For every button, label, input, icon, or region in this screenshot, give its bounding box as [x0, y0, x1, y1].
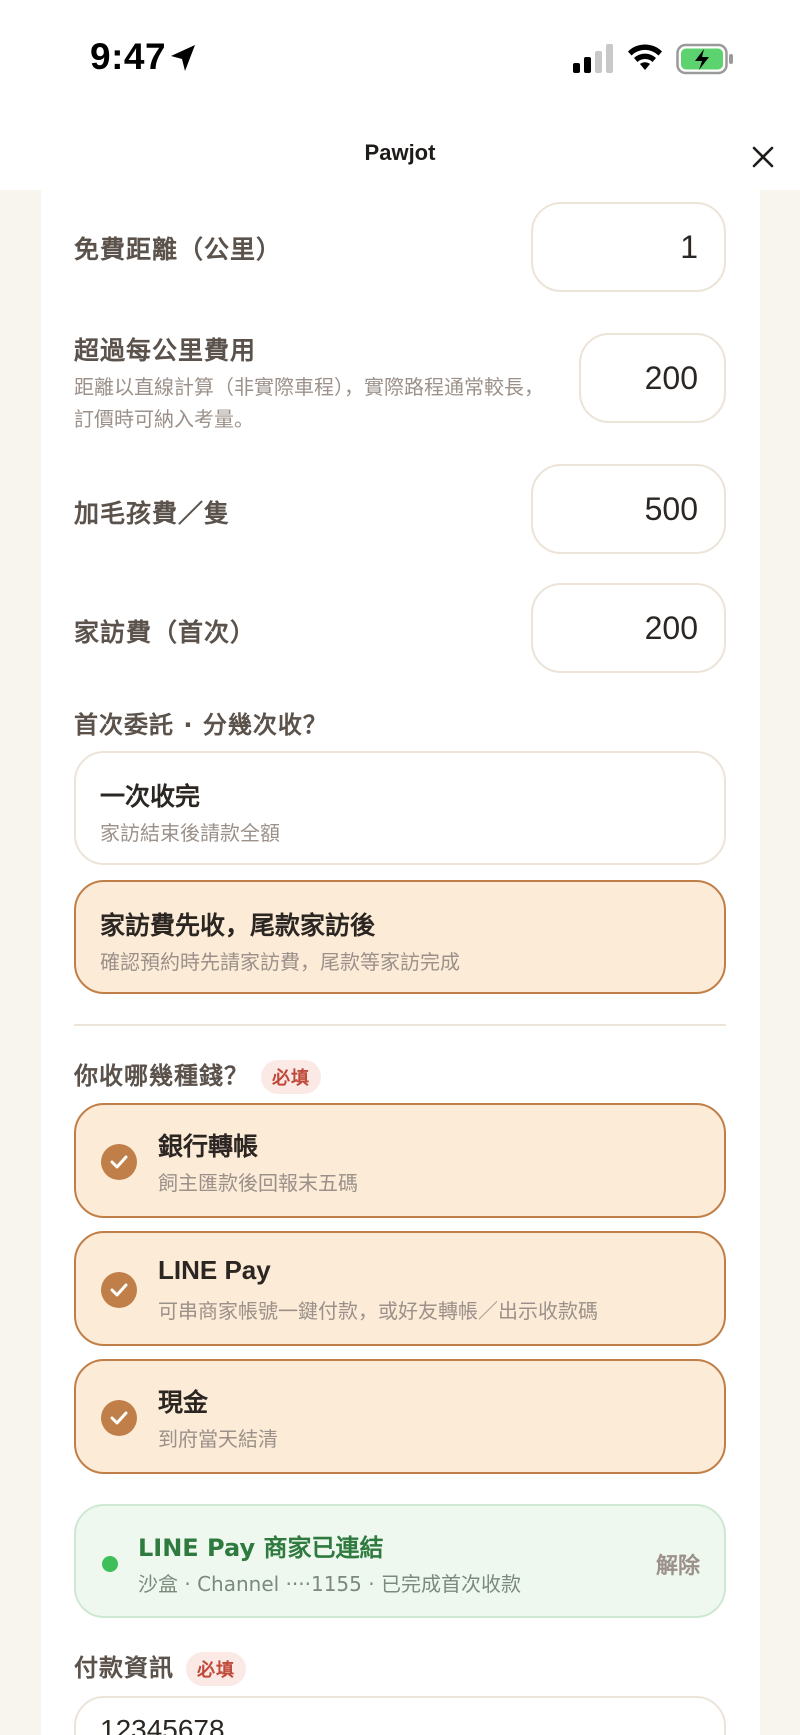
linked-title: LINE Pay 商家已連結 — [138, 1534, 384, 1562]
installments-label: 首次委託 · 分幾次收？ — [74, 711, 328, 739]
nav-bar: Pawjot — [0, 118, 800, 190]
linepay-merchant-status: LINE Pay 商家已連結 沙盒 · Channel ····1155 · 已… — [74, 1504, 726, 1618]
status-bar: 9:47 — [0, 0, 800, 118]
checkbox-checked[interactable] — [101, 1400, 137, 1436]
free-distance-label: 免費距離（公里） — [74, 235, 283, 264]
extra-pet-fee-input[interactable]: 500 — [531, 464, 726, 554]
payment-info-label: 付款資訊 必填 — [74, 1648, 246, 1686]
payment-title: LINE Pay — [158, 1255, 271, 1285]
wifi-icon — [628, 44, 662, 70]
linked-desc: 沙盒 · Channel ····1155 · 已完成首次收款 — [138, 1572, 521, 1596]
option-desc: 家訪結束後請款全額 — [100, 821, 280, 845]
divider — [74, 1024, 726, 1026]
installment-option-full[interactable]: 一次收完 家訪結束後請款全額 — [74, 751, 726, 865]
option-title: 家訪費先收，尾款家訪後 — [100, 911, 376, 940]
payment-desc: 到府當天結清 — [158, 1427, 278, 1451]
check-icon — [110, 1155, 128, 1169]
status-dot — [102, 1556, 118, 1572]
payment-methods-label-text: 你收哪幾種錢？ — [74, 1062, 249, 1090]
status-time: 9:47 — [90, 36, 167, 77]
payment-option-bank-transfer[interactable]: 銀行轉帳 飼主匯款後回報末五碼 — [74, 1103, 726, 1218]
payment-desc: 可串商家帳號一鍵付款，或好友轉帳／出示收款碼 — [158, 1299, 598, 1323]
payment-methods-label: 你收哪幾種錢？ 必填 — [74, 1056, 321, 1094]
payment-title: 銀行轉帳 — [158, 1132, 259, 1161]
payment-info-label-text: 付款資訊 — [74, 1654, 174, 1682]
check-icon — [110, 1283, 128, 1297]
option-title: 一次收完 — [100, 782, 201, 811]
payment-title: 現金 — [158, 1388, 209, 1417]
checkbox-checked[interactable] — [101, 1144, 137, 1180]
extra-pet-fee-label: 加毛孩費／隻 — [74, 499, 231, 528]
cellular-signal-icon — [573, 44, 613, 73]
checkbox-checked[interactable] — [101, 1272, 137, 1308]
close-icon[interactable] — [748, 142, 778, 172]
page-title: Pawjot — [364, 140, 436, 165]
per-km-fee-label: 超過每公里費用 — [74, 336, 257, 365]
per-km-fee-hint: 距離以直線計算（非實際車程），實際路程通常較長，訂價時可納入考量。 — [74, 375, 544, 431]
payment-info-input[interactable]: 12345678 — [74, 1696, 726, 1735]
location-arrow-icon — [171, 45, 195, 71]
home-visit-fee-label: 家訪費（首次） — [74, 618, 257, 647]
payment-desc: 飼主匯款後回報末五碼 — [158, 1171, 358, 1195]
required-badge: 必填 — [261, 1060, 321, 1094]
payment-option-line-pay[interactable]: LINE Pay 可串商家帳號一鍵付款，或好友轉帳／出示收款碼 — [74, 1231, 726, 1346]
battery-charging-icon — [676, 43, 733, 75]
unlink-button[interactable]: 解除 — [656, 1548, 700, 1580]
per-km-fee-input[interactable]: 200 — [579, 333, 726, 423]
payment-option-cash[interactable]: 現金 到府當天結清 — [74, 1359, 726, 1474]
home-visit-fee-input[interactable]: 200 — [531, 583, 726, 673]
free-distance-input[interactable]: 1 — [531, 202, 726, 292]
required-badge: 必填 — [186, 1652, 246, 1686]
option-desc: 確認預約時先請家訪費，尾款等家訪完成 — [100, 950, 460, 974]
check-icon — [110, 1411, 128, 1425]
installment-option-split[interactable]: 家訪費先收，尾款家訪後 確認預約時先請家訪費，尾款等家訪完成 — [74, 880, 726, 994]
